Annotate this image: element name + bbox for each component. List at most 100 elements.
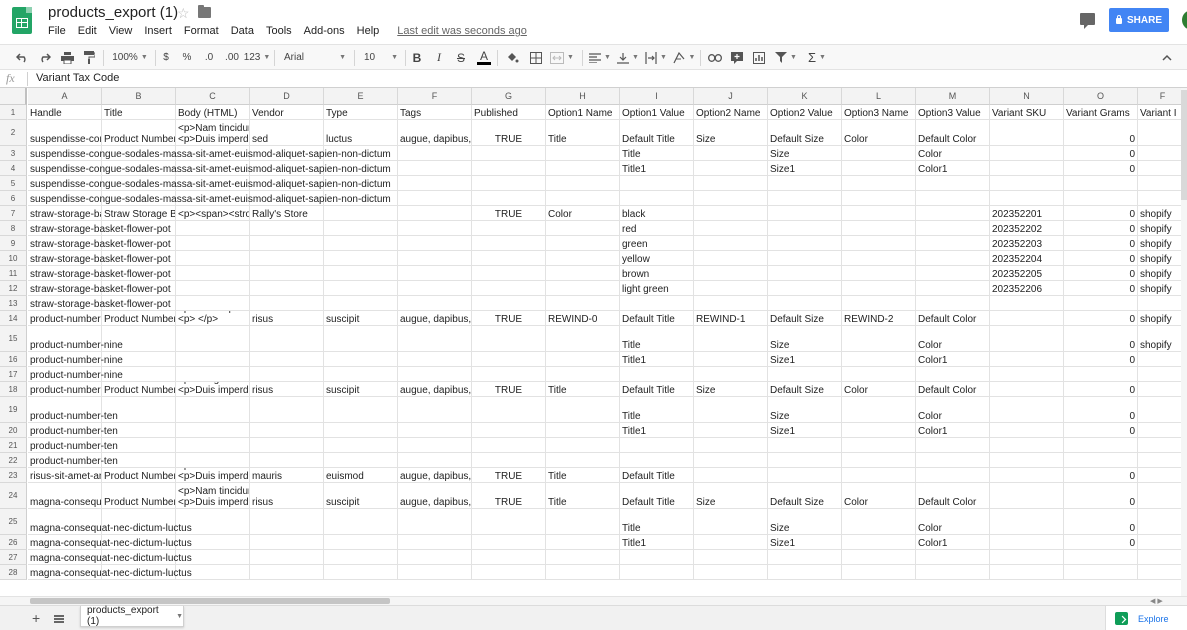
- cell[interactable]: green: [620, 236, 694, 251]
- cell[interactable]: [176, 453, 250, 468]
- cell[interactable]: [694, 146, 768, 161]
- cell[interactable]: [1064, 191, 1138, 206]
- cell[interactable]: [694, 468, 768, 483]
- cell[interactable]: Size: [768, 326, 842, 352]
- cell[interactable]: [1064, 565, 1138, 580]
- cell[interactable]: 0: [1064, 509, 1138, 535]
- cell[interactable]: Size: [694, 382, 768, 397]
- row-header[interactable]: 18: [0, 382, 27, 397]
- cell[interactable]: [250, 352, 324, 367]
- column-header[interactable]: H: [546, 88, 620, 105]
- cell[interactable]: Vendor: [250, 105, 324, 120]
- cell[interactable]: [398, 221, 472, 236]
- cell[interactable]: 202352206: [990, 281, 1064, 296]
- cell[interactable]: [694, 161, 768, 176]
- cell[interactable]: [990, 397, 1064, 423]
- cell[interactable]: [324, 453, 398, 468]
- cell[interactable]: [398, 453, 472, 468]
- cell[interactable]: product-number-ten: [28, 397, 118, 423]
- cell[interactable]: [324, 565, 398, 580]
- cell[interactable]: [324, 550, 398, 565]
- cell[interactable]: augue, dapibus,: [398, 311, 472, 326]
- menu-help[interactable]: Help: [357, 25, 380, 37]
- cell[interactable]: [1064, 453, 1138, 468]
- cell[interactable]: [250, 509, 324, 535]
- increase-decimal-button[interactable]: .00: [222, 45, 242, 70]
- cell[interactable]: Variant I: [1138, 105, 1181, 120]
- cell[interactable]: [176, 281, 250, 296]
- cell[interactable]: Product Number: [102, 483, 176, 509]
- cell[interactable]: [546, 352, 620, 367]
- cell[interactable]: [842, 296, 916, 311]
- cell[interactable]: [990, 311, 1064, 326]
- formula-input[interactable]: Variant Tax Code: [36, 72, 119, 84]
- cell[interactable]: [694, 423, 768, 438]
- cell[interactable]: [916, 367, 990, 382]
- bold-button[interactable]: B: [410, 45, 424, 70]
- cell[interactable]: [842, 509, 916, 535]
- cell[interactable]: [1138, 352, 1181, 367]
- cell[interactable]: [472, 535, 546, 550]
- cell[interactable]: [324, 251, 398, 266]
- cell[interactable]: [546, 367, 620, 382]
- cell[interactable]: [398, 367, 472, 382]
- cell[interactable]: [1138, 176, 1181, 191]
- column-header[interactable]: E: [324, 88, 398, 105]
- cell[interactable]: [768, 221, 842, 236]
- cell[interactable]: [472, 453, 546, 468]
- row-header[interactable]: 9: [0, 236, 27, 251]
- cell[interactable]: Color: [916, 146, 990, 161]
- cell[interactable]: [768, 191, 842, 206]
- cell[interactable]: [546, 550, 620, 565]
- cell[interactable]: [398, 281, 472, 296]
- cell[interactable]: [768, 296, 842, 311]
- cell[interactable]: [990, 191, 1064, 206]
- cell[interactable]: Default Size: [768, 120, 842, 146]
- undo-icon[interactable]: [14, 45, 30, 70]
- cell[interactable]: magna-consequa: [28, 483, 102, 509]
- cell[interactable]: [1138, 191, 1181, 206]
- cell[interactable]: [176, 221, 250, 236]
- cell[interactable]: [990, 352, 1064, 367]
- cell[interactable]: [398, 397, 472, 423]
- cell[interactable]: [398, 296, 472, 311]
- cell[interactable]: [1138, 423, 1181, 438]
- cell[interactable]: straw-storage-basket-flower-pot: [28, 251, 171, 266]
- cell[interactable]: [324, 206, 398, 221]
- cell[interactable]: [1064, 296, 1138, 311]
- cell[interactable]: [398, 565, 472, 580]
- column-header[interactable]: G: [472, 88, 546, 105]
- cell[interactable]: product-number-: [28, 382, 102, 397]
- cell[interactable]: magna-consequat-nec-dictum-luctus: [28, 550, 192, 565]
- cell[interactable]: Color: [916, 326, 990, 352]
- cell[interactable]: [546, 266, 620, 281]
- cell[interactable]: Color: [842, 483, 916, 509]
- cell[interactable]: [842, 423, 916, 438]
- align-icon[interactable]: ▼: [588, 45, 612, 70]
- cell[interactable]: [694, 266, 768, 281]
- cell[interactable]: [916, 236, 990, 251]
- cell[interactable]: <p>Duis imperdi<p> </p>: [176, 311, 250, 326]
- row-header[interactable]: 1: [0, 105, 27, 120]
- cell[interactable]: [916, 281, 990, 296]
- cell[interactable]: [620, 191, 694, 206]
- menu-view[interactable]: View: [109, 25, 133, 37]
- cell[interactable]: [916, 206, 990, 221]
- cell[interactable]: [842, 438, 916, 453]
- row-header[interactable]: 28: [0, 565, 27, 580]
- cell[interactable]: [546, 296, 620, 311]
- cell[interactable]: 202352202: [990, 221, 1064, 236]
- cell[interactable]: [472, 550, 546, 565]
- cell[interactable]: Product Number: [102, 311, 176, 326]
- cell[interactable]: [842, 176, 916, 191]
- functions-icon[interactable]: Σ ▼: [805, 45, 829, 70]
- cell[interactable]: [472, 191, 546, 206]
- cell[interactable]: Size: [768, 509, 842, 535]
- cell[interactable]: [546, 535, 620, 550]
- cell[interactable]: [620, 438, 694, 453]
- cell[interactable]: light green: [620, 281, 694, 296]
- cell[interactable]: suscipit: [324, 382, 398, 397]
- row-header[interactable]: 22: [0, 453, 27, 468]
- cell[interactable]: [694, 367, 768, 382]
- cell[interactable]: [916, 221, 990, 236]
